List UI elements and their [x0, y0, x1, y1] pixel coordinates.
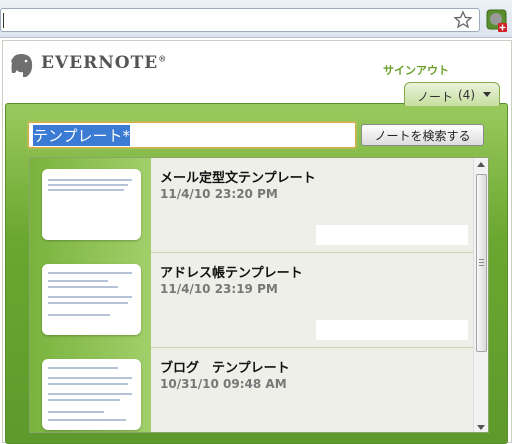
thumbnail-frame [30, 348, 151, 432]
search-notes-button[interactable]: ノートを検索する [361, 124, 484, 146]
logo-wordmark: EVERNOTE® [41, 53, 168, 73]
note-thumbnail [42, 169, 141, 240]
sign-out-link[interactable]: サインアウト [383, 62, 449, 78]
text-caret [3, 13, 4, 28]
list-item[interactable]: アドレス帳テンプレート 11/4/10 23:19 PM [30, 253, 475, 348]
thumbnail-frame [30, 158, 151, 253]
note-title: アドレス帳テンプレート [160, 266, 303, 281]
note-list: メール定型文テンプレート 11/4/10 23:20 PM アドレス帳テンプレー… [29, 157, 489, 433]
note-list-scrollbar[interactable] [473, 158, 488, 432]
browser-toolbar [0, 0, 512, 38]
dropdown-arrow-icon [483, 92, 491, 97]
note-title: ブログ テンプレート [160, 361, 290, 376]
thumbnail-frame [30, 253, 151, 348]
evernote-extension-icon[interactable] [486, 9, 508, 33]
scroll-up-arrow-icon[interactable] [477, 162, 485, 167]
address-bar[interactable] [0, 8, 480, 32]
notes-panel: ノートを検索する メール定型文テンプレート 11/4/10 23:20 PM [5, 103, 508, 444]
note-snippet [316, 320, 468, 340]
note-thumbnail [42, 359, 141, 430]
evernote-logo: EVERNOTE® [7, 51, 166, 79]
note-date: 10/31/10 09:48 AM [160, 377, 287, 391]
evernote-popup: EVERNOTE® サインアウト ノートを検索する メール定型文テンプレート 1… [2, 40, 512, 444]
bookmark-star-icon[interactable] [453, 10, 473, 30]
note-date: 11/4/10 23:20 PM [160, 187, 278, 201]
note-snippet [316, 225, 468, 245]
note-count: (4) [458, 88, 475, 102]
search-input[interactable] [28, 122, 356, 148]
notes-tab-dropdown[interactable]: ノート (4) [404, 82, 500, 106]
list-item[interactable]: ブログ テンプレート 10/31/10 09:48 AM [30, 348, 475, 432]
scrollbar-thumb[interactable] [476, 174, 487, 352]
note-title: メール定型文テンプレート [160, 171, 316, 186]
note-date: 11/4/10 23:19 PM [160, 282, 278, 296]
tab-label: ノート [417, 90, 454, 104]
list-item[interactable]: メール定型文テンプレート 11/4/10 23:20 PM [30, 158, 475, 253]
scroll-down-arrow-icon[interactable] [477, 425, 485, 430]
note-thumbnail [42, 264, 141, 335]
elephant-icon [11, 54, 33, 77]
